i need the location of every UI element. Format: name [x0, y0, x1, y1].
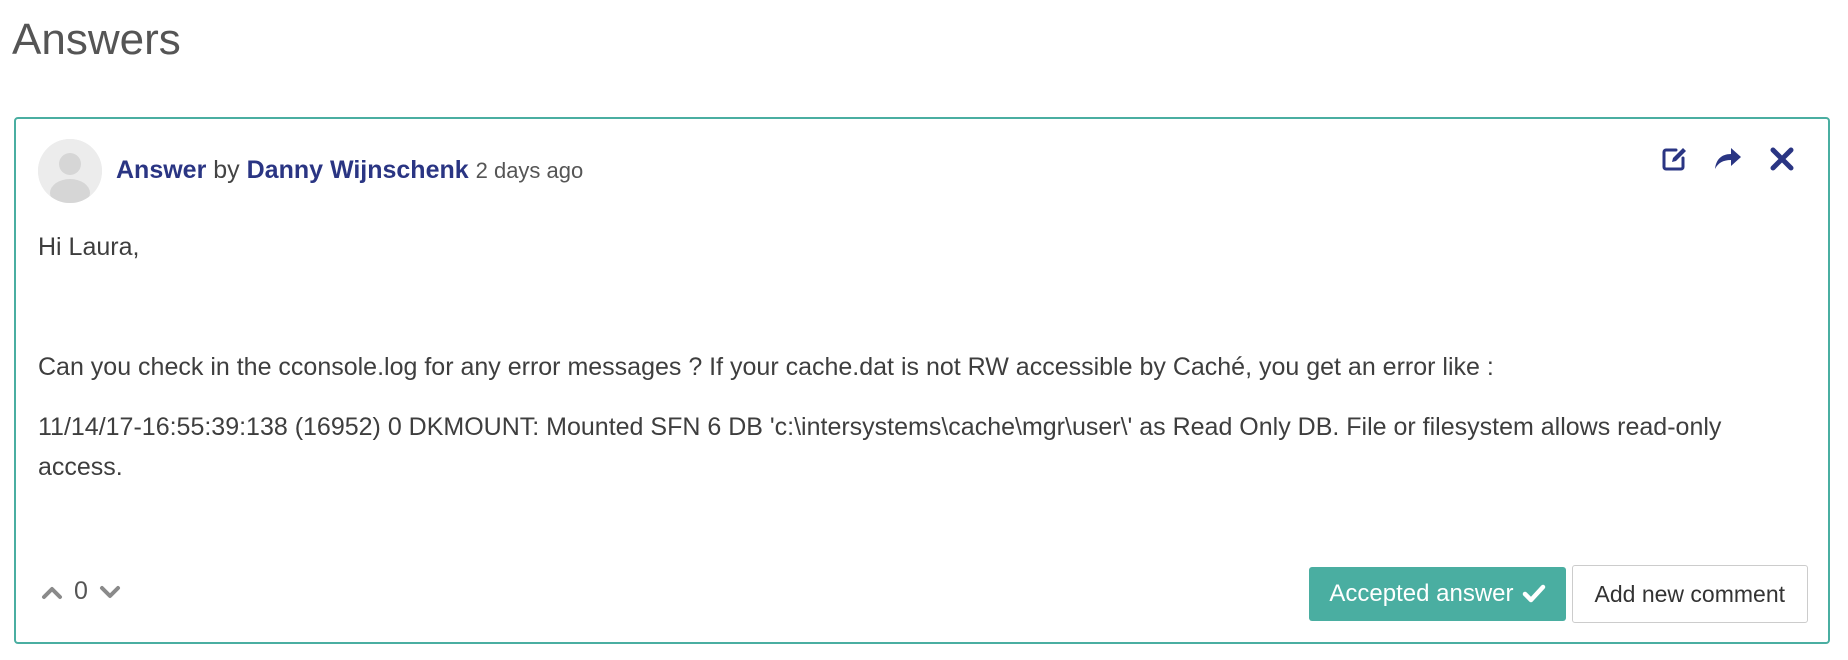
accepted-answer-button[interactable]: Accepted answer	[1309, 567, 1566, 621]
vote-control: 0	[38, 577, 124, 606]
answer-actions	[1658, 143, 1798, 175]
checkmark-icon	[1522, 584, 1545, 603]
by-text: by	[206, 156, 247, 184]
add-comment-button[interactable]: Add new comment	[1571, 565, 1808, 623]
footer-buttons: Accepted answer Add new comment	[1309, 565, 1808, 623]
chevron-up-icon	[42, 586, 62, 599]
answer-meta: Answer by Danny Wijnschenk 2 days ago	[116, 152, 583, 189]
edit-icon	[1662, 148, 1686, 171]
delete-button[interactable]	[1766, 143, 1798, 175]
author-link[interactable]: Danny Wijnschenk	[247, 156, 469, 184]
downvote-button[interactable]	[96, 578, 124, 606]
accepted-answer-label: Accepted answer	[1329, 580, 1514, 607]
answer-body: Hi Laura, Can you check in the cconsole.…	[38, 227, 1808, 487]
avatar[interactable]	[38, 139, 102, 203]
close-icon	[1770, 147, 1794, 171]
greeting-text: Hi Laura,	[38, 233, 140, 261]
vote-count: 0	[74, 577, 88, 605]
edit-button[interactable]	[1658, 143, 1690, 175]
upvote-button[interactable]	[38, 578, 66, 606]
share-button[interactable]	[1712, 143, 1744, 175]
answer-link[interactable]: Answer	[116, 156, 206, 184]
question-text: Can you check in the cconsole.log for an…	[38, 353, 1494, 381]
user-avatar-icon	[38, 139, 102, 203]
chevron-down-icon	[99, 585, 120, 598]
page-title: Answers	[12, 15, 181, 64]
timestamp: 2 days ago	[475, 158, 584, 183]
share-icon	[1715, 148, 1741, 169]
log-line-text: 11/14/17-16:55:39:138 (16952) 0 DKMOUNT:…	[38, 413, 1722, 481]
answer-card: Answer by Danny Wijnschenk 2 days ago Hi…	[14, 117, 1830, 644]
